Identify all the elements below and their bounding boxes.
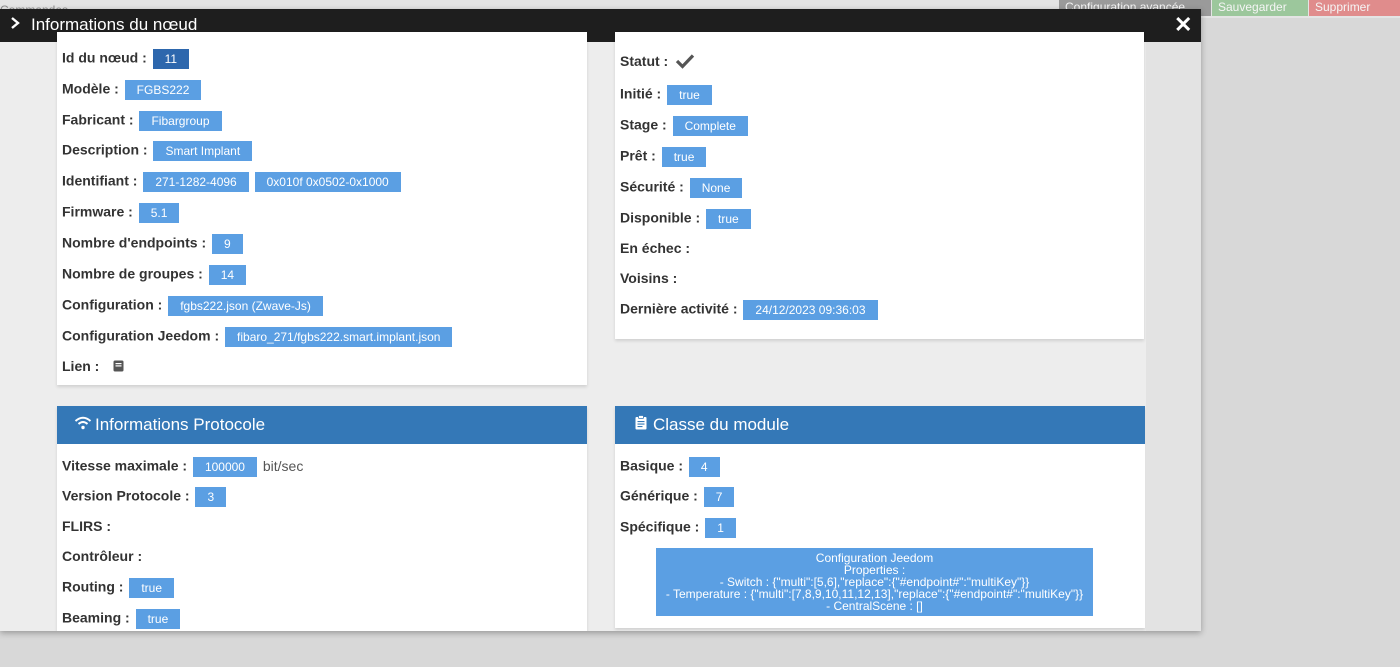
routing-value: true (129, 578, 174, 598)
basic-row: Basique : 4 (620, 457, 720, 477)
generic-value: 7 (703, 487, 735, 507)
module-class-panel-title: Classe du module (653, 415, 790, 434)
firmware-row: Firmware : 5.1 (62, 203, 180, 223)
available-row: Disponible : true (620, 209, 751, 229)
check-icon (675, 53, 695, 72)
model-value: FGBS222 (124, 80, 202, 100)
close-icon[interactable]: ✕ (1174, 14, 1192, 36)
module-class-panel-header: Classe du module (615, 406, 1145, 444)
initiated-row: Initié : true (620, 85, 712, 105)
identifier-row: Identifiant : 271-1282-4096 0x010f 0x050… (62, 172, 401, 192)
node-info-panel: Id du nœud : 11 Modèle : FGBS222 Fabrica… (57, 32, 587, 385)
security-row: Sécurité : None (620, 178, 743, 198)
node-info-modal: Informations du nœud ✕ Id du nœud : 11 M… (0, 9, 1201, 631)
endpoints-row: Nombre d'endpoints : 9 (62, 234, 243, 254)
description-value: Smart Implant (153, 141, 253, 161)
generic-row: Générique : 7 (620, 487, 735, 507)
beaming-row: Beaming : true (62, 609, 181, 629)
protocol-version-row: Version Protocole : 3 (62, 487, 227, 507)
groups-row: Nombre de groupes : 14 (62, 265, 247, 285)
config-value: fgbs222.json (Zwave-Js) (168, 296, 323, 316)
protocol-panel-title: Informations Protocole (95, 415, 266, 434)
jeedom-config-box: Configuration Jeedom Properties : - Swit… (656, 548, 1093, 616)
chevron-right-icon (10, 16, 24, 34)
modal-body: Id du nœud : 11 Modèle : FGBS222 Fabrica… (0, 32, 1201, 631)
protocol-version-value: 3 (195, 487, 227, 507)
clipboard-icon (631, 406, 651, 444)
node-id-value: 11 (152, 49, 190, 69)
ready-row: Prêt : true (620, 147, 707, 167)
jeedom-config-value: fibaro_271/fgbs222.smart.implant.json (225, 327, 453, 347)
available-value: true (706, 209, 751, 229)
failed-row: En échec : (620, 240, 691, 256)
flirs-row: FLIRS : (62, 518, 111, 534)
protocol-panel: Informations Protocole Vitesse maximale … (57, 406, 587, 631)
stage-value: Complete (672, 116, 748, 136)
firmware-value: 5.1 (138, 203, 180, 223)
description-row: Description : Smart Implant (62, 141, 253, 161)
status-panel: Statut : Initié : true Stage : Complete … (615, 32, 1144, 339)
routing-row: Routing : true (62, 578, 174, 598)
ready-value: true (661, 147, 707, 167)
max-speed-row: Vitesse maximale : 100000 bit/sec (62, 457, 303, 477)
specific-row: Spécifique : 1 (620, 518, 736, 538)
config-row: Configuration : fgbs222.json (Zwave-Js) (62, 296, 323, 316)
model-row: Modèle : FGBS222 (62, 80, 202, 100)
manufacturer-row: Fabricant : Fibargroup (62, 111, 222, 131)
initiated-value: true (667, 85, 712, 105)
protocol-panel-header: Informations Protocole (57, 406, 587, 444)
groups-value: 14 (208, 265, 247, 285)
book-icon[interactable] (113, 359, 124, 375)
max-speed-unit: bit/sec (262, 457, 304, 474)
basic-value: 4 (688, 457, 720, 477)
save-button[interactable]: Sauvegarder (1212, 0, 1308, 16)
endpoints-value: 9 (212, 234, 243, 254)
last-activity-value: 24/12/2023 09:36:03 (743, 300, 878, 320)
manufacturer-value: Fibargroup (139, 111, 222, 131)
wifi-icon (73, 406, 93, 444)
security-value: None (689, 178, 743, 198)
stage-row: Stage : Complete (620, 116, 748, 136)
config-box-centralscene: - CentralScene : [] (826, 599, 923, 613)
neighbors-row: Voisins : (620, 270, 678, 286)
module-class-panel: Classe du module Basique : 4 Générique :… (615, 406, 1145, 628)
node-id-row: Id du nœud : 11 (62, 49, 190, 69)
modal-scroll-area[interactable] (1146, 42, 1201, 631)
max-speed-value: 100000 (192, 457, 257, 477)
identifier-value-1: 271-1282-4096 (143, 172, 249, 192)
status-row: Statut : (620, 53, 695, 72)
jeedom-config-row: Configuration Jeedom : fibaro_271/fgbs22… (62, 327, 453, 347)
specific-value: 1 (705, 518, 736, 538)
identifier-value-2: 0x010f 0x0502-0x1000 (254, 172, 401, 192)
beaming-value: true (135, 609, 181, 629)
controller-row: Contrôleur : (62, 548, 143, 564)
delete-button[interactable]: Supprimer (1309, 0, 1400, 16)
link-row: Lien : (62, 358, 124, 375)
last-activity-row: Dernière activité : 24/12/2023 09:36:03 (620, 300, 878, 320)
